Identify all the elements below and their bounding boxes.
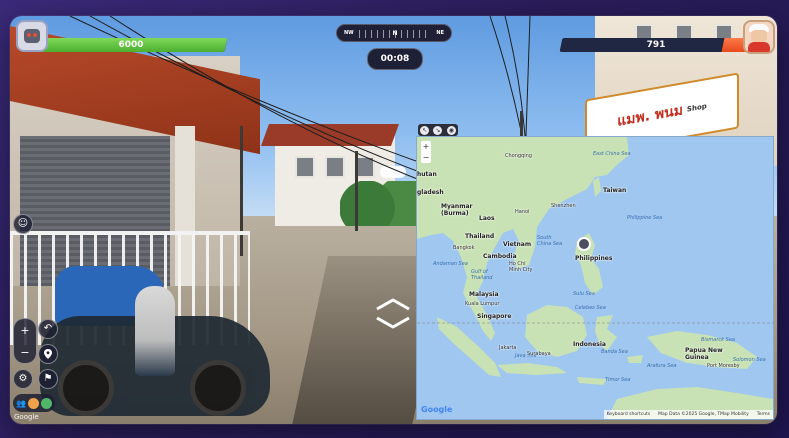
map-label-andaman-sea: Andaman Sea [433, 261, 468, 267]
rider [135, 286, 175, 376]
player-health-bar: 6000 [34, 38, 228, 52]
map-label-indonesia: Indonesia [573, 341, 606, 348]
round-timer: 00:08 [367, 48, 423, 70]
bike-wheel [58, 360, 114, 416]
map-label-laos: Laos [479, 215, 495, 222]
game-viewport[interactable]: แมพ. พนม Shop 6000 NW N NE 00:08 791 ☺ +… [10, 16, 777, 424]
map-attribution: Keyboard shortcuts Map Data ©2025 Google… [603, 410, 773, 419]
people-icon: 👥 [16, 398, 26, 408]
settings-button[interactable]: ⚙ [13, 369, 33, 389]
map-label-east-china-sea: East China Sea [593, 151, 631, 157]
emote-button[interactable]: ☺ [13, 214, 33, 234]
return-to-start-button[interactable] [38, 344, 58, 364]
robot-eye [27, 33, 31, 37]
robot-eye [33, 33, 37, 37]
map-size-controls: ↖ ↘ ◉ [418, 124, 458, 136]
guess-marker[interactable] [577, 237, 591, 251]
zoom-in-icon[interactable]: + [20, 324, 29, 337]
map-label-bangkok: Bangkok [453, 245, 475, 251]
map-shrink-icon[interactable]: ↘ [433, 125, 443, 135]
keyboard-shortcuts-link[interactable]: Keyboard shortcuts [607, 410, 651, 419]
map-label-port-moresby: Port Moresby [707, 363, 740, 369]
map-label-chongqing: Chongqing [505, 153, 532, 159]
compass-center: N [392, 29, 398, 37]
map-label-myanmar: Myanmar (Burma) [441, 203, 473, 217]
opponent-score: 791 [646, 40, 666, 50]
spectator-avatar [27, 397, 39, 409]
map-label-bismarck-sea: Bismarck Sea [701, 337, 735, 343]
flag-button[interactable]: ⚑ [38, 369, 58, 389]
map-label-gulf-thailand: Gulf of Thailand [471, 269, 493, 281]
map-label-sulu-sea: Sulu Sea [573, 291, 595, 297]
map-label-surabaya: Surabaya [527, 351, 551, 357]
map-label-singapore: Singapore [477, 313, 512, 320]
opponent-health-bar: 791 [559, 38, 753, 52]
map-label-malaysia: Malaysia [469, 291, 499, 298]
map-label-hanoi: Hanoi [515, 209, 530, 215]
map-label-philippine-sea: Philippine Sea [627, 215, 663, 221]
opponent-avatar [743, 20, 775, 54]
smiley-icon: ☺ [17, 218, 29, 229]
map-label-cambodia: Cambodia [483, 253, 517, 260]
map-label-timor-sea: Timor Sea [605, 377, 631, 383]
map-zoom-in[interactable]: + [421, 141, 431, 152]
map-label-arafura-sea: Arafura Sea [647, 363, 677, 369]
compass: NW N NE [336, 24, 452, 42]
map-zoom-out[interactable]: − [421, 152, 431, 163]
zoom-control[interactable]: + − [13, 318, 37, 364]
gear-icon: ⚙ [18, 373, 28, 384]
map-label-celebes-sea: Celebes Sea [575, 305, 606, 311]
flag-icon: ⚑ [43, 373, 53, 384]
player-avatar [16, 20, 48, 52]
map-label-kuala-lumpur: Kuala Lumpur [465, 301, 500, 307]
avatar-body [748, 42, 770, 52]
map-data-attribution: Map Data ©2025 Google, TMap Mobility [658, 412, 749, 417]
avatar-face [751, 30, 767, 42]
map-label-philippines: Philippines [575, 255, 613, 262]
move-forward-arrow[interactable] [375, 297, 411, 311]
google-logo-text: Google [421, 405, 453, 414]
map-label-taiwan: Taiwan [603, 187, 627, 194]
map-zoom-control[interactable]: + − [421, 141, 431, 163]
spectators-chip[interactable]: 👥 [13, 394, 55, 412]
street-view-watermark: Google [14, 413, 39, 421]
undo-icon: ↶ [43, 323, 53, 334]
map-label-shenzhen: Shenzhen [551, 203, 576, 209]
map-expand-icon[interactable]: ↖ [420, 125, 430, 135]
move-backward-arrow[interactable] [375, 316, 411, 330]
location-pin-icon [44, 349, 52, 359]
map-label-banda-sea: Banda Sea [601, 349, 628, 355]
utility-pole [355, 151, 358, 231]
undo-button[interactable]: ↶ [38, 319, 58, 339]
google-logo: Google [421, 405, 452, 414]
guess-map[interactable]: + − Chongqing hutan gladesh Myanmar (Bur… [416, 136, 774, 420]
map-label-thailand: Thailand [465, 233, 495, 240]
map-label-south-china-sea: South China Sea [537, 235, 563, 247]
spectator-avatar [40, 397, 52, 409]
robot-avatar-icon [24, 29, 40, 43]
map-label-vietnam: Vietnam [503, 241, 532, 248]
compass-left: NW [344, 30, 354, 36]
map-label-bangladesh: gladesh [417, 189, 444, 196]
map-label-papua: Papua New Guinea [685, 347, 723, 361]
utility-pole [520, 111, 523, 136]
player-score: 6000 [118, 40, 144, 50]
bike-wheel [190, 360, 246, 416]
map-label-bhutan: hutan [417, 171, 437, 178]
compass-right: NE [436, 30, 444, 36]
map-pin-icon[interactable]: ◉ [446, 125, 456, 135]
terms-link[interactable]: Terms [757, 410, 770, 419]
app-frame: แมพ. พนม Shop 6000 NW N NE 00:08 791 ☺ +… [0, 0, 789, 438]
map-label-jakarta: Jakarta [499, 345, 517, 351]
zoom-out-icon[interactable]: − [20, 346, 29, 359]
map-label-hochiminh: Ho Chi Minh City [509, 261, 533, 273]
